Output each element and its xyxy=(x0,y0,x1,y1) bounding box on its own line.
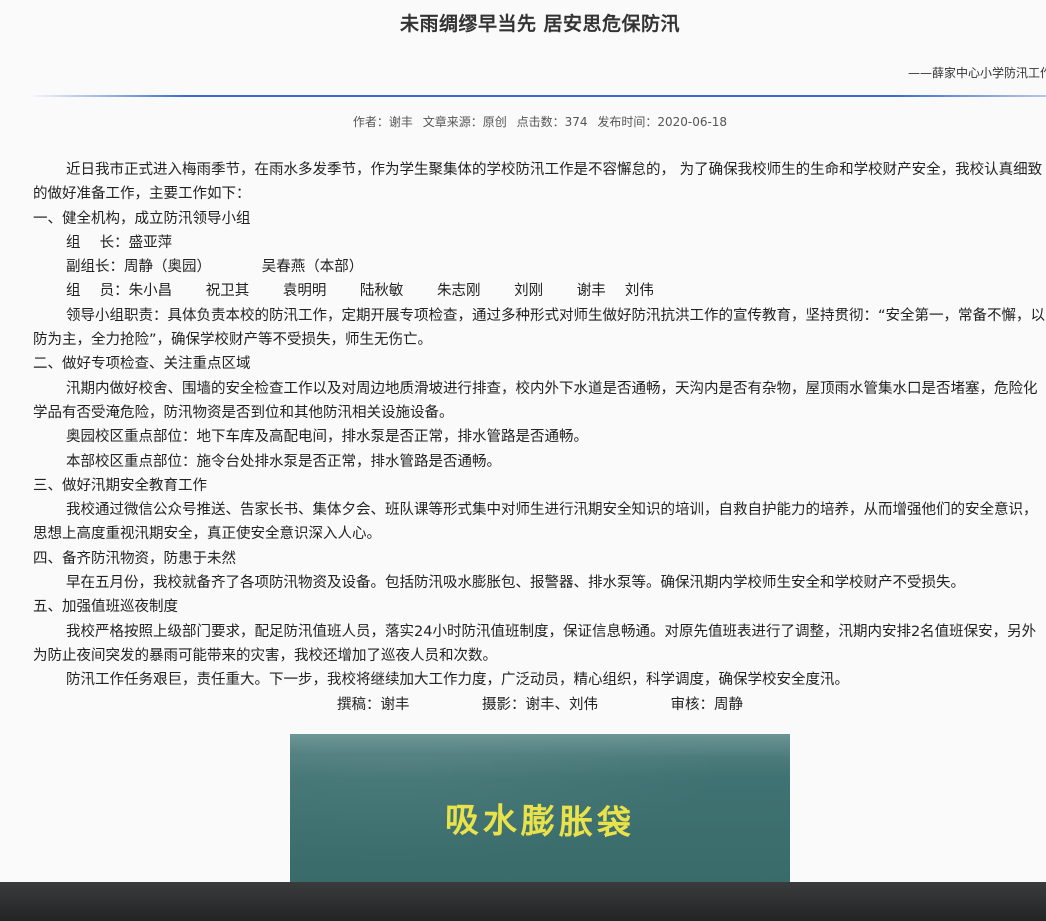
meta-source: 文章来源：原创 xyxy=(422,115,507,129)
title-divider xyxy=(34,95,1046,97)
photo-bag-label: 吸水膨胀袋 xyxy=(444,800,636,844)
page-title: 未雨绸缪早当先 居安思危保防汛 xyxy=(399,13,681,35)
paragraph-supplies: 早在五月份，我校就备齐了各项防汛物资及设备。包括防汛吸水膨胀包、报警器、排水泵等… xyxy=(66,575,965,592)
paragraph-intro: 近日我市正式进入梅雨季节，在雨水多发季节，作为学生聚集体的学校防汛工作是不容懈怠… xyxy=(33,162,1043,203)
section-heading-3: 三、做好汛期安全教育工作 xyxy=(33,477,207,494)
credits-line: 撰稿：谢丰 摄影：谢丰、刘伟 审核：周静 xyxy=(337,696,743,713)
article-body: 近日我市正式进入梅雨季节，在雨水多发季节，作为学生聚集体的学校防汛工作是不容懈怠… xyxy=(33,158,1046,717)
paragraph-education: 我校通过微信公众号推送、告家长书、集体夕会、班队课等形式集中对师生进行汛期安全知… xyxy=(33,502,1038,543)
paragraph-check: 汛期内做好校舍、围墙的安全检查工作以及对周边地质滑坡进行排查，校内外下水道是否通… xyxy=(33,380,1038,421)
bottom-taskbar xyxy=(0,882,1046,921)
paragraph-aoyuan: 奥园校区重点部位：地下车库及高配电间，排水泵是否正常，排水管路是否通畅。 xyxy=(66,429,588,446)
article-photo: 吸水膨胀袋 xyxy=(290,734,790,884)
section-heading-5: 五、加强值班巡夜制度 xyxy=(33,599,178,616)
members-line: 组 员：朱小昌 祝卫其 袁明明 陆秋敏 朱志刚 刘刚 谢丰 刘伟 xyxy=(66,283,654,300)
deputy-line: 副组长：周静（奥园） 吴春燕（本部） xyxy=(66,259,364,276)
meta-date: 发布时间：2020-06-18 xyxy=(597,115,728,129)
article-meta: 作者：谢丰 文章来源：原创 点击数：374 发布时间：2020-06-18 xyxy=(0,113,1046,130)
photo-bag-edge xyxy=(290,734,790,756)
paragraph-benbu: 本部校区重点部位：施令台处排水泵是否正常，排水管路是否通畅。 xyxy=(66,453,501,470)
section-heading-1: 一、健全机构，成立防汛领导小组 xyxy=(33,210,251,227)
section-heading-2: 二、做好专项检查、关注重点区域 xyxy=(33,356,251,373)
meta-author: 作者：谢丰 xyxy=(352,115,413,129)
page-subtitle: ——薛家中心小学防汛工作 xyxy=(908,66,1046,80)
paragraph-duty-schedule: 我校严格按照上级部门要求，配足防汛值班人员，落实24小时防汛值班制度，保证信息畅… xyxy=(33,623,1037,664)
paragraph-duty: 领导小组职责：具体负责本校的防汛工作，定期开展专项检查，通过多种形式对师生做好防… xyxy=(33,307,1046,349)
paragraph-closing: 防汛工作任务艰巨，责任重大。下一步，我校将继续加大工作力度，广泛动员，精心组织，… xyxy=(66,672,849,689)
leader-line: 组 长：盛亚萍 xyxy=(66,234,173,251)
meta-clicks: 点击数：374 xyxy=(516,115,588,129)
section-heading-4: 四、备齐防汛物资，防患于未然 xyxy=(33,550,236,567)
